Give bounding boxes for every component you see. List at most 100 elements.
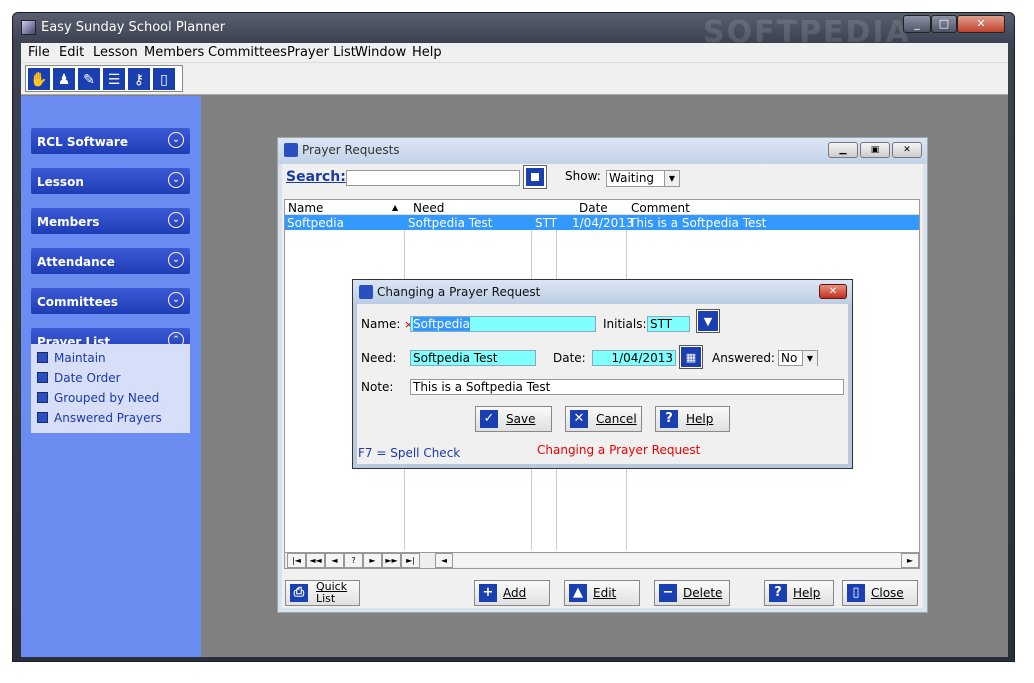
- check-icon: ✓: [480, 410, 498, 428]
- search-button[interactable]: [523, 165, 547, 189]
- help-label: Help: [686, 412, 714, 426]
- note-label: Note:: [361, 380, 394, 394]
- panel-label: RCL Software: [37, 135, 128, 149]
- col-need[interactable]: Need: [413, 201, 444, 215]
- search-input[interactable]: [346, 170, 520, 186]
- app-icon: [21, 20, 36, 35]
- chevron-down-icon[interactable]: ▼: [696, 309, 720, 333]
- show-select[interactable]: Waiting ▼: [606, 170, 680, 187]
- date-field[interactable]: 1/04/2013: [592, 350, 676, 366]
- prayer-item-grouped-by-need[interactable]: Grouped by Need: [37, 391, 159, 405]
- initials-field[interactable]: STT: [647, 316, 690, 332]
- next-page-button[interactable]: ►►: [382, 553, 401, 568]
- menu-edit[interactable]: Edit: [59, 45, 84, 60]
- prayer-item-date-order[interactable]: Date Order: [37, 371, 121, 385]
- x-icon: ✕: [570, 410, 588, 428]
- prev-page-button[interactable]: ◄◄: [306, 553, 325, 568]
- cell-need: Softpedia Test: [408, 216, 493, 230]
- cancel-button[interactable]: ✕ Cancel: [565, 406, 642, 432]
- window-title-bar[interactable]: Prayer Requests ▁ ▣ ✕: [278, 138, 927, 164]
- cell-name: Softpedia: [287, 216, 344, 230]
- minimize-button[interactable]: _: [903, 15, 931, 33]
- item-label: Date Order: [54, 371, 121, 385]
- panel-lesson[interactable]: Lesson ⌄: [31, 168, 190, 194]
- menu-window[interactable]: Window: [355, 45, 406, 60]
- chevron-down-icon[interactable]: ⌄: [168, 252, 184, 268]
- toolbar-group: ✋ ♟ ✎ ☰ ⚷ ▯: [25, 65, 183, 92]
- chevron-down-icon[interactable]: ▼: [664, 171, 679, 186]
- quick-list-button[interactable]: ⎙ Quick List: [285, 580, 360, 606]
- next-record-button[interactable]: ►: [363, 553, 382, 568]
- printer-icon: ⎙: [290, 584, 308, 602]
- delete-label: Delete: [683, 586, 723, 600]
- menu-lesson[interactable]: Lesson: [93, 45, 138, 60]
- change-prayer-dialog: Changing a Prayer Request ✕ Name: × Soft…: [352, 279, 853, 469]
- panel-rcl-software[interactable]: RCL Software ⌄: [31, 128, 190, 154]
- door-icon[interactable]: ▯: [152, 67, 176, 91]
- chevron-down-icon[interactable]: ▼: [802, 351, 817, 366]
- maximize-button[interactable]: □: [931, 15, 957, 33]
- last-record-button[interactable]: ►|: [401, 553, 420, 568]
- printer-icon: [37, 412, 48, 423]
- need-field[interactable]: Softpedia Test: [410, 350, 536, 366]
- menu-members[interactable]: Members: [144, 45, 204, 60]
- add-button[interactable]: + Add: [474, 580, 550, 606]
- name-field[interactable]: Softpedia: [410, 316, 596, 332]
- panel-attendance[interactable]: Attendance ⌄: [31, 248, 190, 274]
- status-message: Changing a Prayer Request: [537, 443, 701, 457]
- hands-icon[interactable]: ✋: [27, 67, 51, 91]
- save-button[interactable]: ✓ Save: [475, 406, 552, 432]
- minimize-button[interactable]: ▁: [828, 142, 858, 158]
- help-label: Help: [793, 586, 821, 600]
- show-value: Waiting: [609, 171, 655, 185]
- prayer-item-maintain[interactable]: Maintain: [37, 351, 106, 365]
- col-name[interactable]: Name: [288, 201, 323, 215]
- menu-help[interactable]: Help: [412, 45, 442, 60]
- key-icon[interactable]: ⚷: [127, 67, 151, 91]
- cell-date: 1/04/2013: [572, 216, 634, 230]
- close-label: Close: [871, 586, 904, 600]
- chevron-down-icon[interactable]: ⌄: [168, 132, 184, 148]
- scroll-left-button[interactable]: ◄: [435, 553, 453, 568]
- printer-icon: [37, 372, 48, 383]
- pen-icon[interactable]: ✎: [77, 67, 101, 91]
- title-bar[interactable]: Easy Sunday School Planner SOFTPEDIA _ □…: [13, 13, 1016, 50]
- dialog-close-button[interactable]: ✕: [819, 284, 847, 299]
- up-arrow-icon: ▲: [569, 584, 587, 602]
- answered-select[interactable]: No ▼: [778, 350, 818, 366]
- close-button[interactable]: ✕: [957, 15, 1005, 33]
- panel-members[interactable]: Members ⌄: [31, 208, 190, 234]
- calendar-icon[interactable]: ▦: [679, 345, 703, 369]
- scroll-right-button[interactable]: ►: [901, 553, 919, 568]
- menu-prayer-list[interactable]: Prayer List: [287, 45, 356, 60]
- panel-label: Committees: [37, 295, 119, 309]
- note-field[interactable]: This is a Softpedia Test: [410, 379, 844, 395]
- horizontal-scrollbar[interactable]: [453, 554, 901, 567]
- dialog-help-button[interactable]: ? Help: [655, 406, 730, 432]
- close-window-button[interactable]: ▯ Close: [842, 580, 918, 606]
- table-row[interactable]: Softpedia Softpedia Test STT 1/04/2013 T…: [285, 215, 919, 230]
- minus-icon: −: [659, 584, 677, 602]
- menu-committees[interactable]: Committees: [208, 45, 287, 60]
- first-record-button[interactable]: |◄: [287, 553, 306, 568]
- restore-button[interactable]: ▣: [860, 142, 890, 158]
- find-record-button[interactable]: ?: [344, 553, 363, 568]
- prev-record-button[interactable]: ◄: [325, 553, 344, 568]
- prayer-item-answered-prayers[interactable]: Answered Prayers: [37, 411, 162, 425]
- chevron-down-icon[interactable]: ⌄: [168, 212, 184, 228]
- help-button[interactable]: ? Help: [764, 580, 834, 606]
- edit-button[interactable]: ▲ Edit: [564, 580, 640, 606]
- dialog-title-bar[interactable]: Changing a Prayer Request ✕: [353, 280, 852, 304]
- col-date[interactable]: Date: [579, 201, 608, 215]
- group-icon[interactable]: ☰: [102, 67, 126, 91]
- col-comment[interactable]: Comment: [631, 201, 690, 215]
- close-button[interactable]: ✕: [892, 142, 922, 158]
- chevron-down-icon[interactable]: ⌄: [168, 292, 184, 308]
- question-icon: ?: [769, 584, 787, 602]
- menu-file[interactable]: File: [28, 45, 50, 60]
- person-icon[interactable]: ♟: [52, 67, 76, 91]
- panel-committees[interactable]: Committees ⌄: [31, 288, 190, 314]
- delete-button[interactable]: − Delete: [654, 580, 730, 606]
- grid-header: Name ▲ Need Date Comment: [285, 200, 919, 215]
- chevron-down-icon[interactable]: ⌄: [168, 172, 184, 188]
